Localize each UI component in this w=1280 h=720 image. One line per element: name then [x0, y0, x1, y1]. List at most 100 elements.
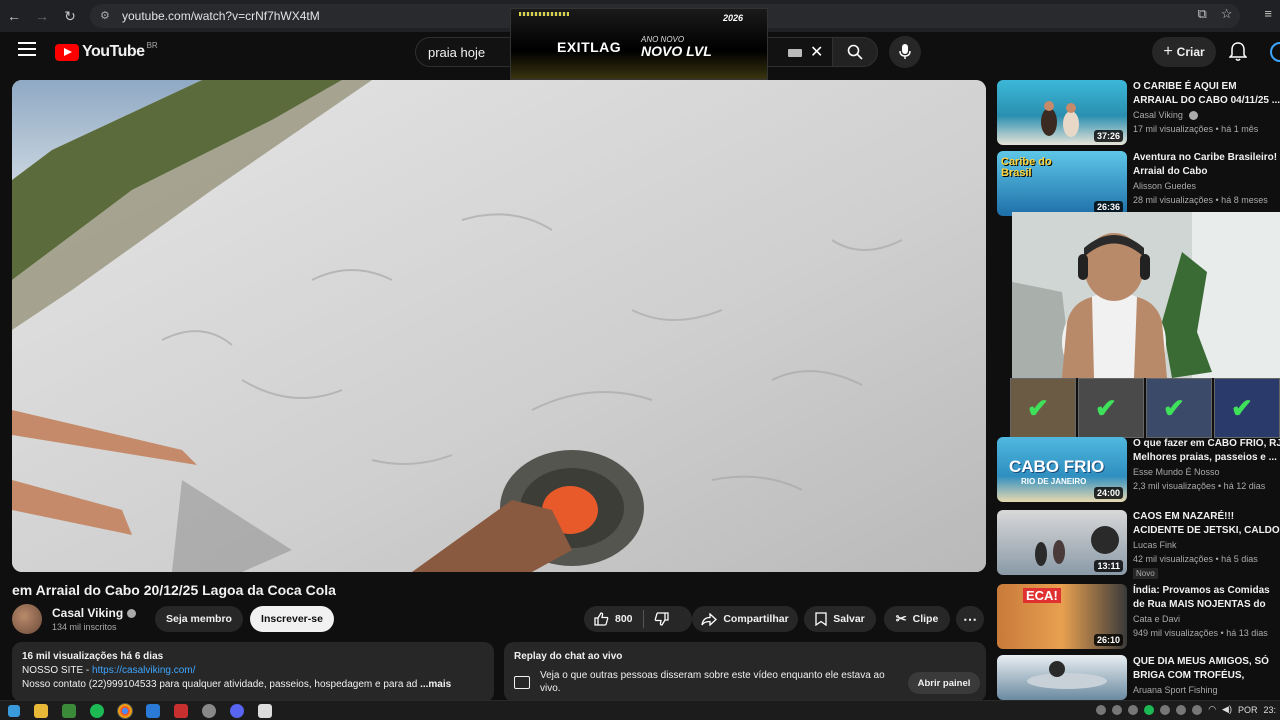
save-button[interactable]: Salvar [804, 606, 876, 632]
open-panel-button[interactable]: Abrir painel [908, 672, 980, 694]
chat-replay-text: Veja o que outras pessoas disseram sobre… [540, 670, 885, 694]
description-contact-line: Nosso contato (22)999104533 para qualque… [22, 678, 484, 692]
app-green-icon[interactable] [62, 703, 76, 718]
recommended-video[interactable]: 13:11 CAOS EM NAZARÉ!!! ACIDENTE DE JETS… [997, 510, 1280, 579]
chrome-icon[interactable] [117, 702, 133, 719]
volume-icon[interactable]: ◀) [1222, 704, 1232, 715]
like-divider [642, 610, 644, 628]
video-title: em Arraial do Cabo 20/12/25 Lagoa da Coc… [12, 582, 336, 598]
ad-big-text: NOVO LVL [641, 43, 712, 59]
youtube-play-icon [55, 43, 79, 61]
recommended-video[interactable]: ECA! 26:10 Índia: Provamos as Comidas de… [997, 584, 1280, 650]
search-value: praia hoje [428, 45, 486, 60]
checklist-card: ✔ [1078, 378, 1144, 438]
video-thumbnail[interactable]: CABO FRIO RIO DE JANEIRO 24:00 [997, 437, 1127, 502]
recommended-title: CAOS EM NAZARÉ!!! ACIDENTE DE JETSKI, CA… [1133, 511, 1280, 536]
create-button[interactable]: + Criar [1152, 37, 1216, 67]
video-duration: 37:26 [1093, 130, 1123, 142]
contact-text: Nosso contato (22)999104533 para qualque… [22, 679, 418, 690]
like-button[interactable]: 800 [594, 612, 633, 626]
recommended-meta: 28 mil visualizações • há 8 meses [1133, 195, 1268, 205]
recommended-video[interactable]: 37:26 O CARIBE É AQUI EM ARRAIAL DO CABO… [997, 80, 1280, 146]
scissors-icon: ✂ [895, 611, 907, 626]
reading-list-icon[interactable]: ≡ [1264, 6, 1272, 22]
recommended-video[interactable]: Caribe do Brasil 26:36 Aventura no Carib… [997, 151, 1280, 217]
channel-name[interactable]: Casal Viking [52, 606, 137, 620]
thumbs-up-icon [594, 612, 609, 626]
video-frame-image [12, 80, 986, 572]
share-button[interactable]: Compartilhar [692, 606, 798, 632]
checkmark-icon: ✔ [1027, 393, 1049, 423]
overlay-ad-banner[interactable]: 2026 EXITLAG ANO NOVO NOVO LVL [510, 8, 768, 80]
language-indicator[interactable]: POR [1238, 705, 1258, 715]
channel-avatar[interactable] [12, 604, 42, 634]
join-button[interactable]: Seja membro [155, 606, 243, 632]
verified-icon [1189, 111, 1199, 121]
app-dark-icon[interactable] [258, 703, 272, 718]
install-icon[interactable]: ⧉ [1197, 6, 1206, 22]
tray-icon[interactable] [1160, 704, 1171, 715]
menu-icon[interactable] [18, 42, 36, 56]
video-thumbnail[interactable] [997, 655, 1127, 700]
microphone-icon [899, 44, 911, 59]
webcam-image [1012, 212, 1280, 378]
account-avatar[interactable] [1270, 42, 1280, 62]
windows-taskbar: ◠ ◀) POR 23: [0, 700, 1280, 720]
tray-icon[interactable] [1144, 704, 1155, 715]
site-info-icon[interactable]: ⚙ [100, 9, 114, 23]
youtube-logo[interactable]: YouTube BR [55, 40, 158, 61]
forward-icon[interactable]: → [28, 2, 56, 30]
chat-replay-box: Replay do chat ao vivo Veja o que outras… [504, 642, 986, 702]
tray-icon[interactable] [1176, 704, 1187, 715]
tray-icon[interactable] [1096, 704, 1107, 715]
checkmark-icon: ✔ [1163, 393, 1185, 423]
clear-search-icon[interactable]: ✕ [810, 42, 823, 62]
windows-start-icon[interactable] [8, 704, 20, 717]
wifi-icon[interactable]: ◠ [1208, 704, 1216, 715]
video-thumbnail[interactable]: Caribe do Brasil 26:36 [997, 151, 1127, 216]
bookmark-star-icon[interactable]: ☆ [1221, 6, 1233, 22]
tray-icon[interactable] [1128, 704, 1139, 715]
clip-button[interactable]: ✂ Clipe [884, 606, 950, 632]
checklist-card: ✔ [1146, 378, 1212, 438]
more-actions-button[interactable]: ⋯ [956, 606, 984, 632]
recommended-channel: Alisson Guedes [1133, 181, 1197, 191]
checkmark-icon: ✔ [1231, 393, 1253, 423]
app-blue-icon[interactable] [146, 703, 160, 718]
recommended-video[interactable]: CABO FRIO RIO DE JANEIRO 24:00 O que faz… [997, 437, 1280, 503]
notifications-bell-icon[interactable] [1228, 42, 1248, 67]
create-label: Criar [1176, 45, 1205, 59]
spotify-icon[interactable] [90, 703, 104, 718]
recommended-channel: Esse Mundo É Nosso [1133, 467, 1220, 477]
keyboard-icon[interactable] [788, 49, 802, 57]
save-label: Salvar [833, 613, 865, 625]
recommended-channel: Casal Viking [1133, 110, 1199, 121]
discord-icon[interactable] [230, 703, 244, 718]
clock[interactable]: 23: [1263, 705, 1276, 715]
search-button[interactable] [832, 37, 878, 67]
ad-brand-logo: EXITLAG [557, 39, 622, 55]
file-explorer-icon[interactable] [34, 703, 48, 718]
settings-icon[interactable] [202, 703, 216, 718]
video-player[interactable] [12, 80, 986, 572]
app-red-icon[interactable] [174, 703, 188, 718]
video-thumbnail[interactable]: 13:11 [997, 510, 1127, 575]
thumbnail-overlay-subtext: RIO DE JANEIRO [1021, 477, 1087, 486]
tray-icon[interactable] [1192, 704, 1203, 715]
tray-icon[interactable] [1112, 704, 1123, 715]
thumbnail-overlay-text: Caribe do Brasil [1001, 156, 1052, 179]
description-box[interactable]: 16 mil visualizações há 6 dias NOSSO SIT… [12, 642, 494, 702]
video-thumbnail[interactable]: ECA! 26:10 [997, 584, 1127, 649]
recommended-video[interactable]: QUE DIA MEUS AMIGOS, SÓ BRIGA COM TROFÉU… [997, 655, 1280, 700]
site-link[interactable]: https://casalviking.com/ [92, 665, 195, 676]
view-stats: 16 mil visualizações há 6 dias [22, 651, 164, 662]
back-icon[interactable]: ← [0, 2, 28, 30]
voice-search-button[interactable] [889, 36, 921, 68]
country-code: BR [146, 40, 158, 50]
ad-stripe-decoration [519, 12, 569, 16]
show-more-link[interactable]: ...mais [420, 679, 451, 690]
video-thumbnail[interactable]: 37:26 [997, 80, 1127, 145]
subscribe-button[interactable]: Inscrever-se [250, 606, 334, 632]
thumbs-down-icon[interactable] [654, 612, 669, 626]
reload-icon[interactable]: ↻ [56, 2, 84, 30]
